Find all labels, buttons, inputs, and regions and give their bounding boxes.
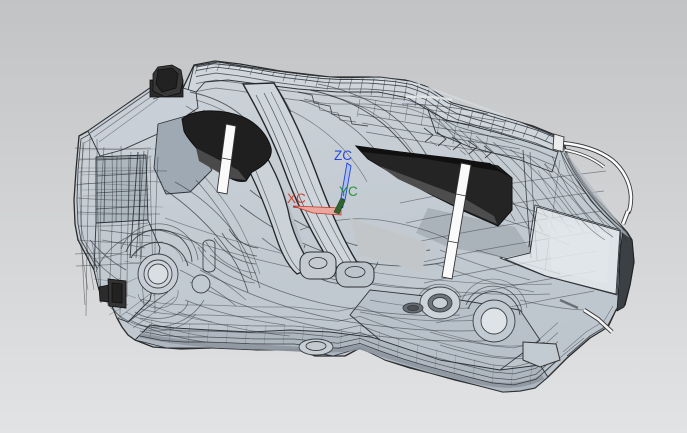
svg-text:YC: YC xyxy=(339,184,358,199)
svg-text:ZC: ZC xyxy=(334,148,352,163)
svg-text:XC: XC xyxy=(287,191,306,206)
